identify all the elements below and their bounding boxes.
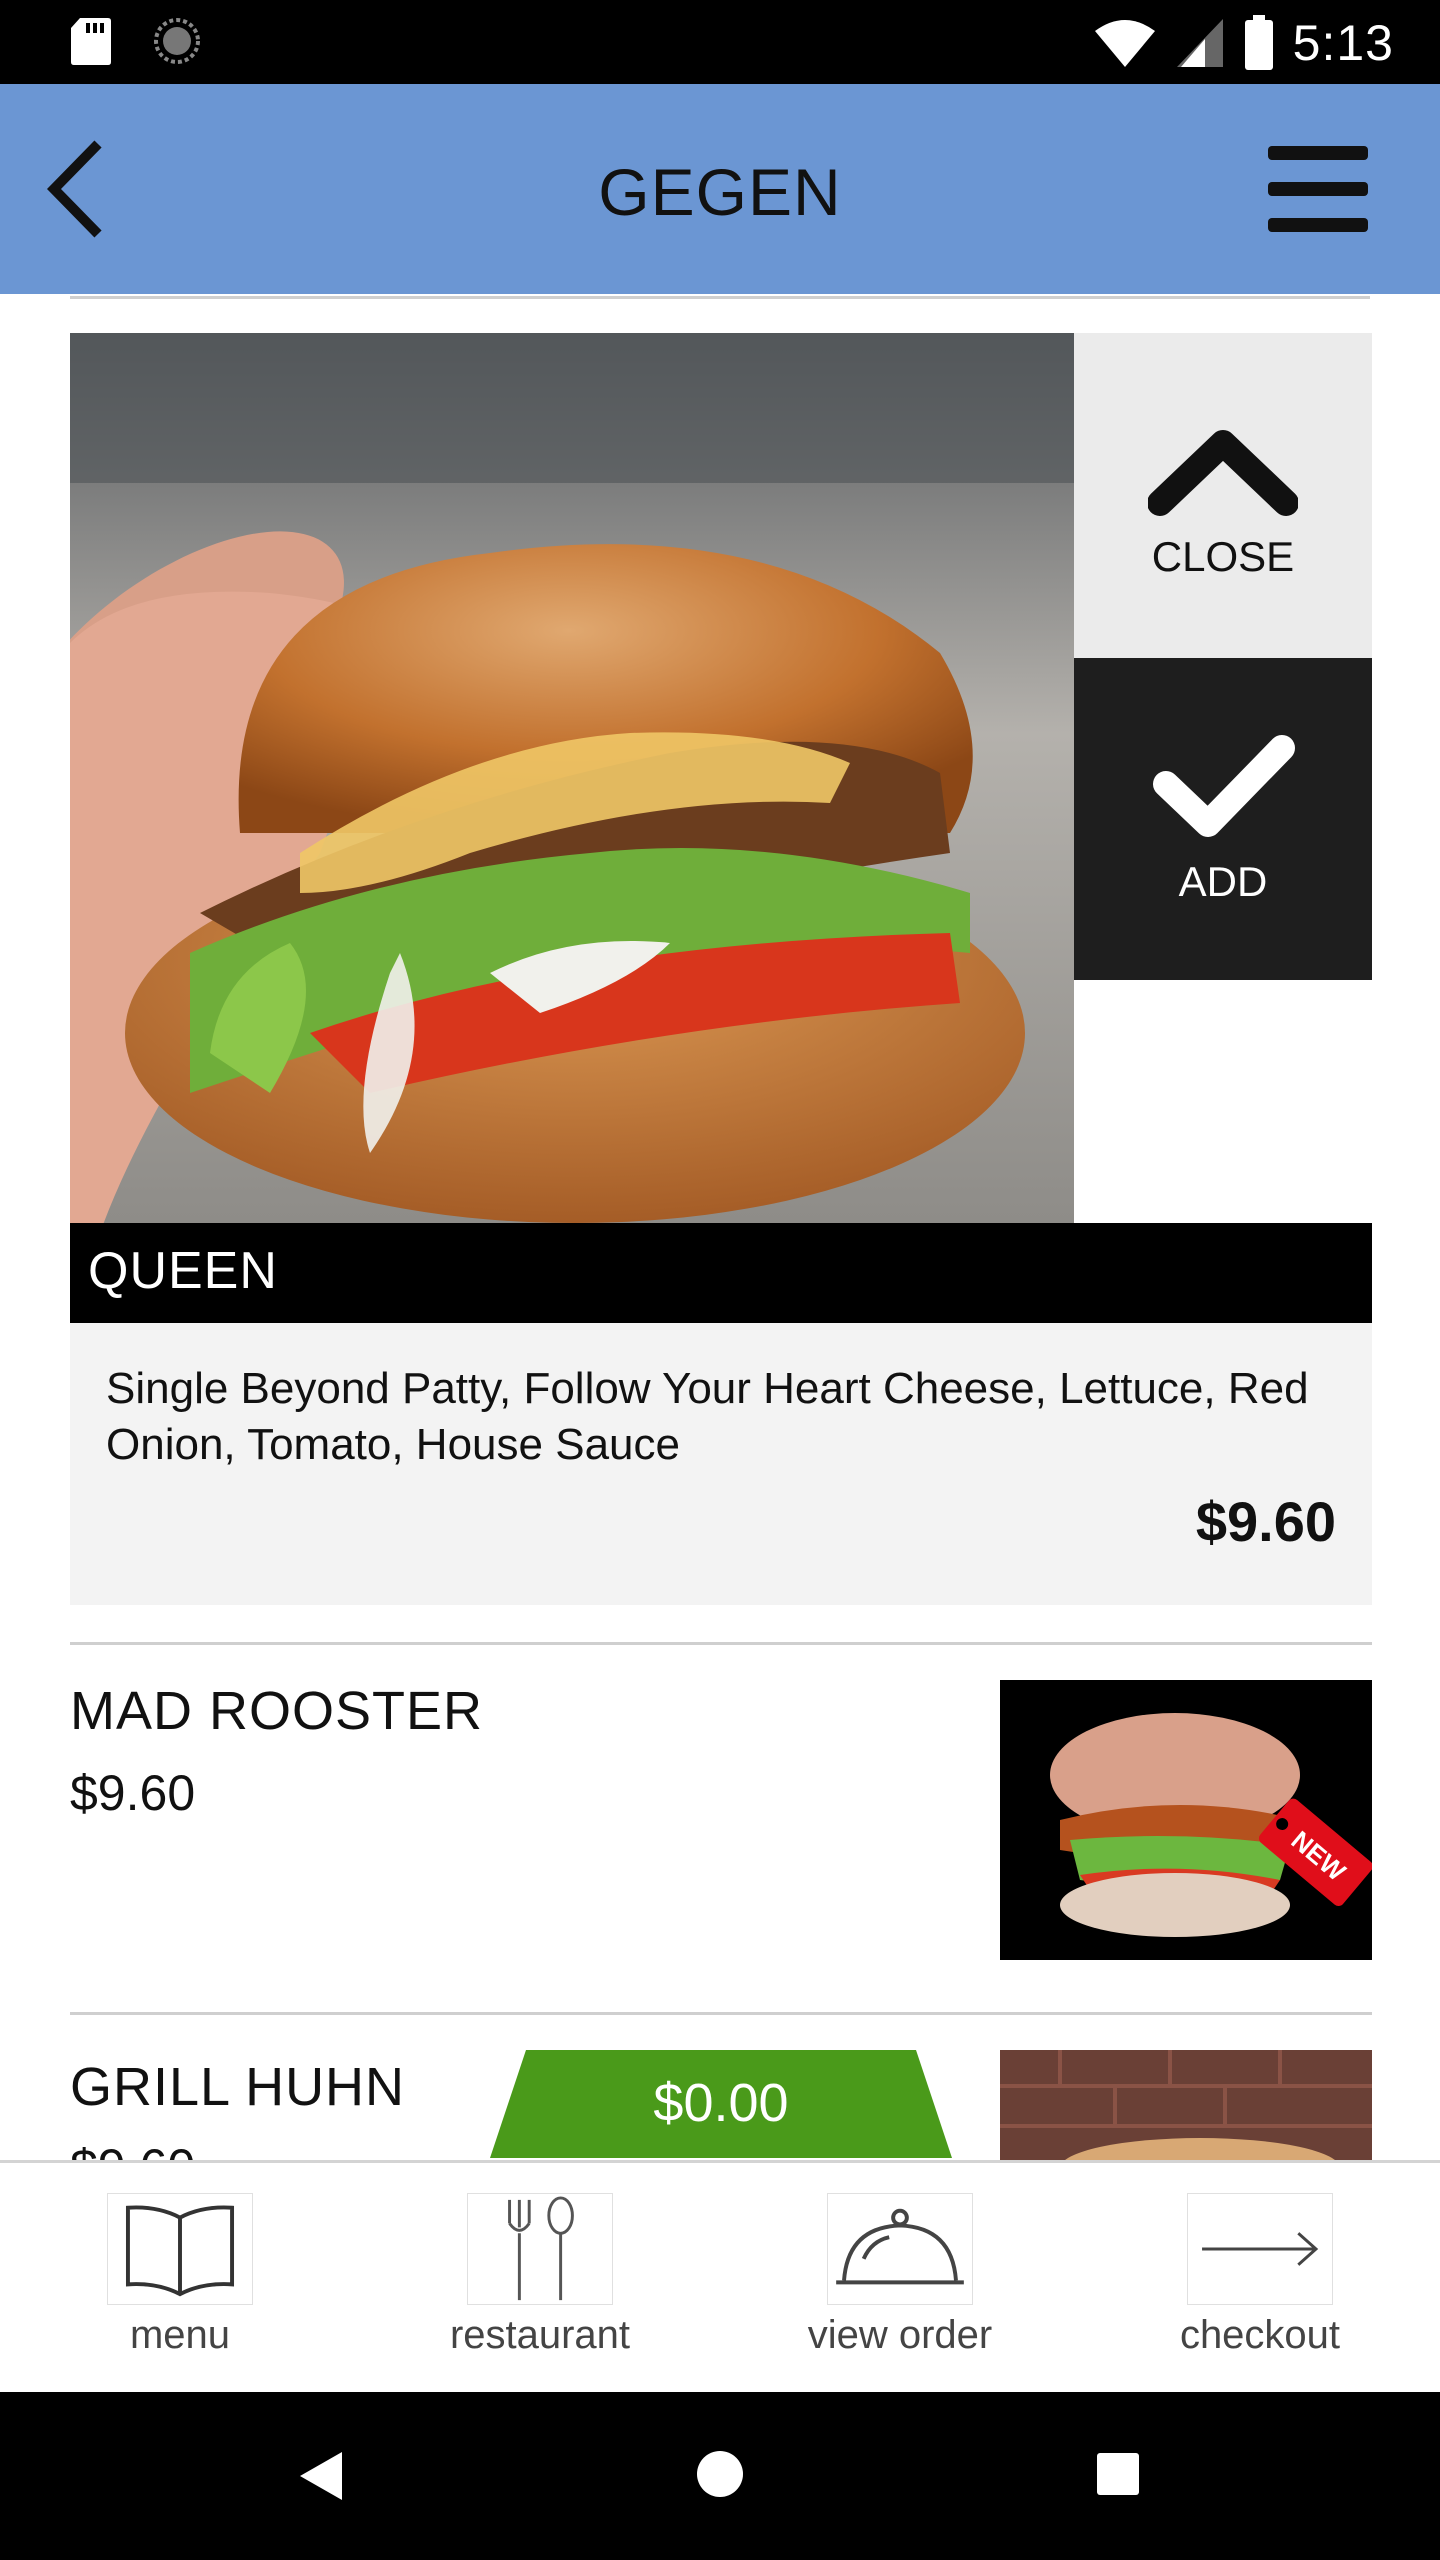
nav-menu[interactable]: menu: [35, 2193, 325, 2358]
menu-item-name: MAD ROOSTER: [70, 1681, 484, 1741]
status-bar: 5:13: [0, 0, 1440, 84]
bottom-nav: menu restaurant view order checkout: [0, 2160, 1440, 2392]
menu-item-price: $9.60: [70, 2138, 195, 2160]
system-back-icon[interactable]: [298, 2450, 344, 2502]
divider: [70, 296, 1370, 299]
nav-restaurant-label: restaurant: [449, 2313, 631, 2357]
mad-rooster-thumbnail: NEW: [1000, 1680, 1372, 1960]
sync-icon: [154, 18, 200, 64]
nav-menu-label: menu: [129, 2313, 231, 2357]
cloche-icon: [827, 2193, 973, 2305]
chevron-up-icon: [1148, 430, 1298, 516]
item-hero: CLOSE ADD: [70, 333, 1372, 1223]
expanded-item-card: CLOSE ADD QUEEN Single Beyond Patty, Fol…: [70, 333, 1372, 1605]
close-label: CLOSE: [1151, 533, 1295, 580]
item-description: Single Beyond Patty, Follow Your Heart C…: [106, 1364, 1309, 1469]
nav-view-order[interactable]: view order: [755, 2193, 1045, 2358]
nav-restaurant[interactable]: restaurant: [395, 2193, 685, 2358]
close-button[interactable]: CLOSE: [1074, 333, 1372, 658]
item-price: $9.60: [1195, 1490, 1336, 1553]
signal-icon: [1176, 19, 1223, 67]
add-button[interactable]: ADD: [1074, 658, 1372, 980]
battery-icon: [1244, 15, 1273, 70]
menu-item-name: GRILL HUHN: [70, 2057, 406, 2117]
nav-checkout-label: checkout: [1179, 2313, 1341, 2357]
burger-photo: [70, 333, 1074, 1223]
menu-item-price: $9.60: [70, 1765, 196, 1821]
divider: [70, 2012, 1372, 2015]
hamburger-menu-icon: [1268, 146, 1368, 232]
system-nav-bar: [0, 2392, 1440, 2560]
grill-huhn-thumbnail: [1000, 2050, 1372, 2160]
checkmark-icon: [1153, 735, 1295, 837]
sd-card-icon: [71, 18, 111, 65]
add-label: ADD: [1178, 858, 1268, 905]
open-book-icon: [107, 2193, 253, 2305]
arrow-right-icon: [1187, 2193, 1333, 2305]
item-details: Single Beyond Patty, Follow Your Heart C…: [70, 1323, 1372, 1605]
status-time: 5:13: [1292, 15, 1394, 71]
cart-total: $0.00: [653, 2073, 789, 2133]
nav-checkout[interactable]: checkout: [1115, 2193, 1405, 2358]
system-recents-icon[interactable]: [1096, 2452, 1140, 2496]
nav-view-order-label: view order: [807, 2313, 993, 2357]
divider: [70, 1642, 1372, 1645]
system-home-icon[interactable]: [696, 2450, 744, 2498]
app-bar: GEGEN: [0, 84, 1440, 294]
fork-knife-icon: [467, 2193, 613, 2305]
item-name: QUEEN: [70, 1223, 1372, 1323]
menu-item-mad-rooster[interactable]: MAD ROOSTER $9.60 NEW: [70, 1680, 1372, 1960]
hamburger-menu-button[interactable]: [1268, 142, 1368, 238]
cart-total-button[interactable]: $0.00: [490, 2050, 952, 2158]
page-title: GEGEN: [598, 155, 842, 229]
wifi-icon: [1094, 20, 1155, 67]
